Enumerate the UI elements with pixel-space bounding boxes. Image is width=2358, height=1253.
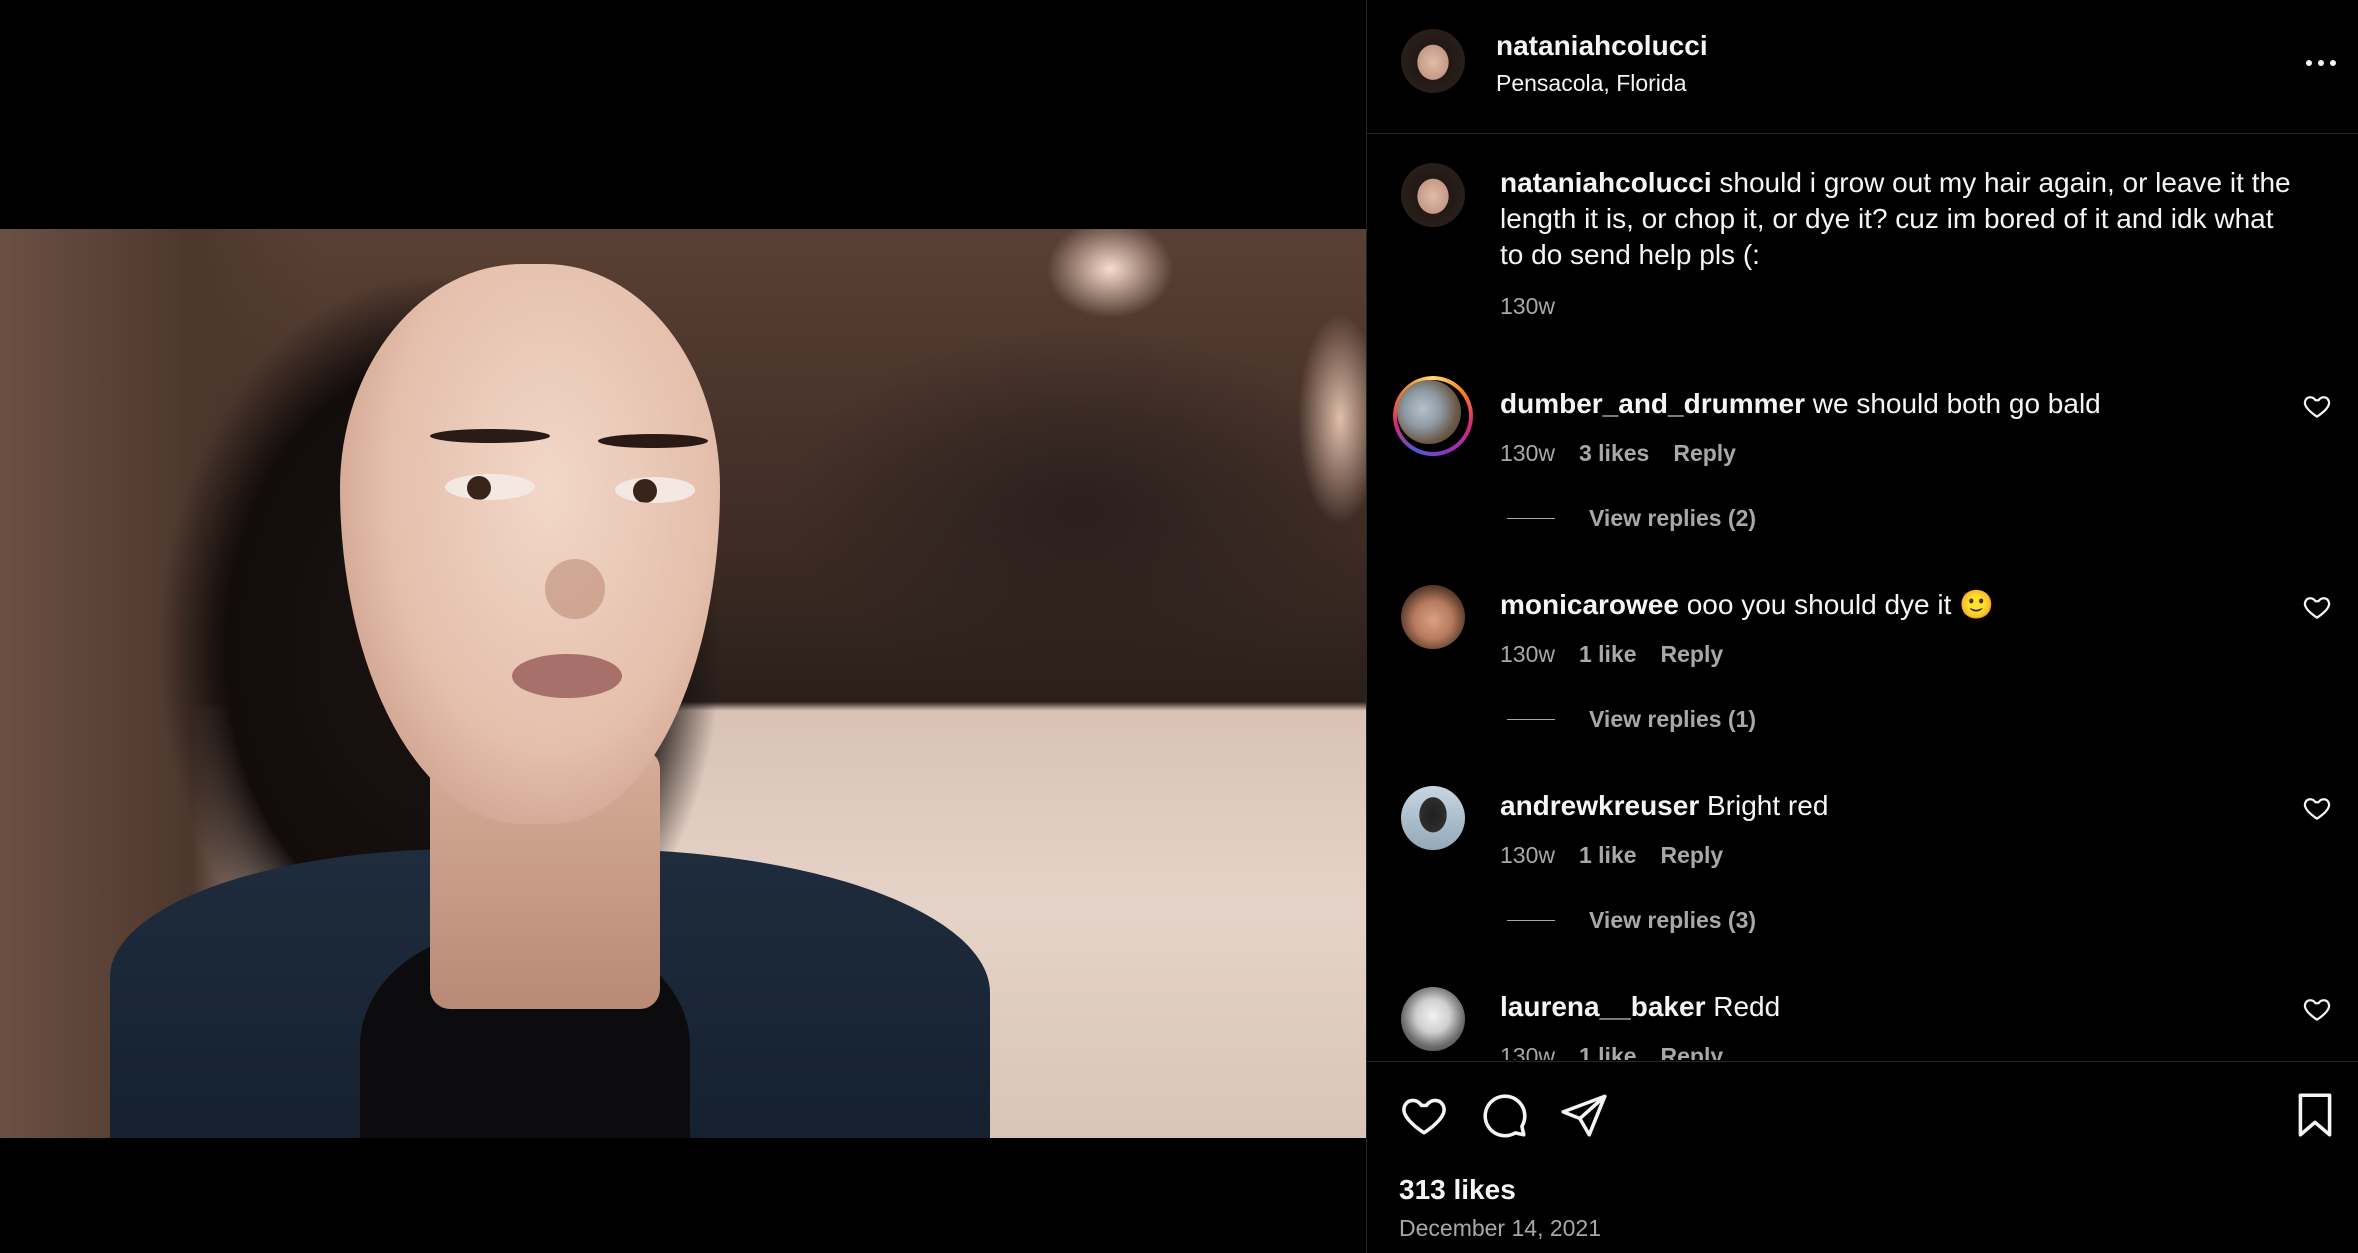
heart-icon[interactable]: [2302, 793, 2332, 823]
reply-button[interactable]: Reply: [1661, 842, 1724, 869]
photo-nose: [545, 559, 605, 619]
author-avatar[interactable]: [1401, 29, 1465, 93]
comment-meta: 130w 1 like Reply: [1500, 842, 1723, 869]
reply-button[interactable]: Reply: [1661, 1043, 1724, 1060]
post-header: nataniahcolucci Pensacola, Florida: [1367, 0, 2358, 134]
comment-like-count[interactable]: 1 like: [1579, 1043, 1637, 1060]
photo-brow-left: [430, 429, 550, 443]
caption-meta: 130w: [1500, 293, 1555, 320]
comment-text-line: dumber_and_drummer we should both go bal…: [1500, 386, 2300, 422]
comment-text-line: laurena__baker Redd: [1500, 989, 2300, 1025]
comment-text: Redd: [1713, 991, 1781, 1022]
comment-meta: 130w 1 like Reply: [1500, 641, 1723, 668]
heart-icon[interactable]: [2302, 391, 2332, 421]
comment-text: ooo you should dye it 🙂: [1686, 589, 1995, 620]
commenter-username[interactable]: andrewkreuser: [1500, 790, 1699, 821]
commenter-username[interactable]: dumber_and_drummer: [1500, 388, 1805, 419]
caption-author-avatar[interactable]: [1401, 163, 1465, 227]
post-media-pane: [0, 0, 1366, 1253]
post-date[interactable]: December 14, 2021: [1399, 1215, 1601, 1242]
comment-bubble-icon[interactable]: [1479, 1090, 1529, 1140]
view-replies-button[interactable]: View replies (3): [1507, 907, 1756, 934]
commenter-avatar[interactable]: [1397, 380, 1461, 444]
comments-list[interactable]: nataniahcolucci should i grow out my hai…: [1367, 135, 2358, 1060]
comment-time[interactable]: 130w: [1500, 842, 1555, 869]
comment-like-count[interactable]: 1 like: [1579, 842, 1637, 869]
comment-text: Bright red: [1707, 790, 1829, 821]
photo-eye-left: [445, 474, 535, 500]
author-username[interactable]: nataniahcolucci: [1496, 30, 1708, 62]
comment-like-count[interactable]: 1 like: [1579, 641, 1637, 668]
photo-eye-right: [615, 477, 695, 503]
commenter-avatar[interactable]: [1401, 585, 1465, 649]
comment-time[interactable]: 130w: [1500, 440, 1555, 467]
post-location[interactable]: Pensacola, Florida: [1496, 70, 1687, 97]
more-horizontal-icon: [2306, 60, 2312, 66]
view-replies-label: View replies (1): [1589, 706, 1757, 732]
more-horizontal-icon-dot: [2330, 60, 2336, 66]
photo-brow-right: [598, 434, 708, 448]
comment-text-line: monicarowee ooo you should dye it 🙂: [1500, 587, 2300, 623]
comment-time[interactable]: 130w: [1500, 1043, 1555, 1060]
comment-meta: 130w 3 likes Reply: [1500, 440, 1736, 467]
post-side-panel: nataniahcolucci Pensacola, Florida natan…: [1366, 0, 2358, 1253]
replies-divider-line: [1507, 719, 1555, 720]
replies-divider-line: [1507, 518, 1555, 519]
heart-icon[interactable]: [2302, 592, 2332, 622]
more-options-button[interactable]: [2301, 45, 2341, 81]
paper-plane-icon[interactable]: [1559, 1090, 1609, 1140]
caption-text-line: nataniahcolucci should i grow out my hai…: [1500, 165, 2300, 273]
commenter-avatar[interactable]: [1401, 987, 1465, 1051]
view-replies-button[interactable]: View replies (1): [1507, 706, 1756, 733]
view-replies-label: View replies (2): [1589, 505, 1757, 531]
heart-icon[interactable]: [2302, 994, 2332, 1024]
story-ring[interactable]: [1393, 376, 1473, 456]
comment-text: we should both go bald: [1812, 388, 2101, 419]
caption-username[interactable]: nataniahcolucci: [1500, 167, 1712, 198]
comment-like-count[interactable]: 3 likes: [1579, 440, 1649, 467]
comment-meta: 130w 1 like Reply: [1500, 1043, 1723, 1060]
bookmark-icon[interactable]: [2290, 1090, 2340, 1140]
commenter-username[interactable]: laurena__baker: [1500, 991, 1705, 1022]
view-replies-button[interactable]: View replies (2): [1507, 505, 1756, 532]
commenter-username[interactable]: monicarowee: [1500, 589, 1679, 620]
heart-icon[interactable]: [1399, 1090, 1449, 1140]
more-horizontal-icon-dot: [2318, 60, 2324, 66]
commenter-avatar[interactable]: [1401, 786, 1465, 850]
comment-time[interactable]: 130w: [1500, 641, 1555, 668]
post-photo[interactable]: [0, 229, 1366, 1138]
reply-button[interactable]: Reply: [1661, 641, 1724, 668]
caption-time[interactable]: 130w: [1500, 293, 1555, 320]
reply-button[interactable]: Reply: [1673, 440, 1736, 467]
replies-divider-line: [1507, 920, 1555, 921]
post-likes-count[interactable]: 313 likes: [1399, 1174, 1516, 1206]
comment-text-line: andrewkreuser Bright red: [1500, 788, 2300, 824]
photo-lips: [512, 654, 622, 698]
view-replies-label: View replies (3): [1589, 907, 1757, 933]
